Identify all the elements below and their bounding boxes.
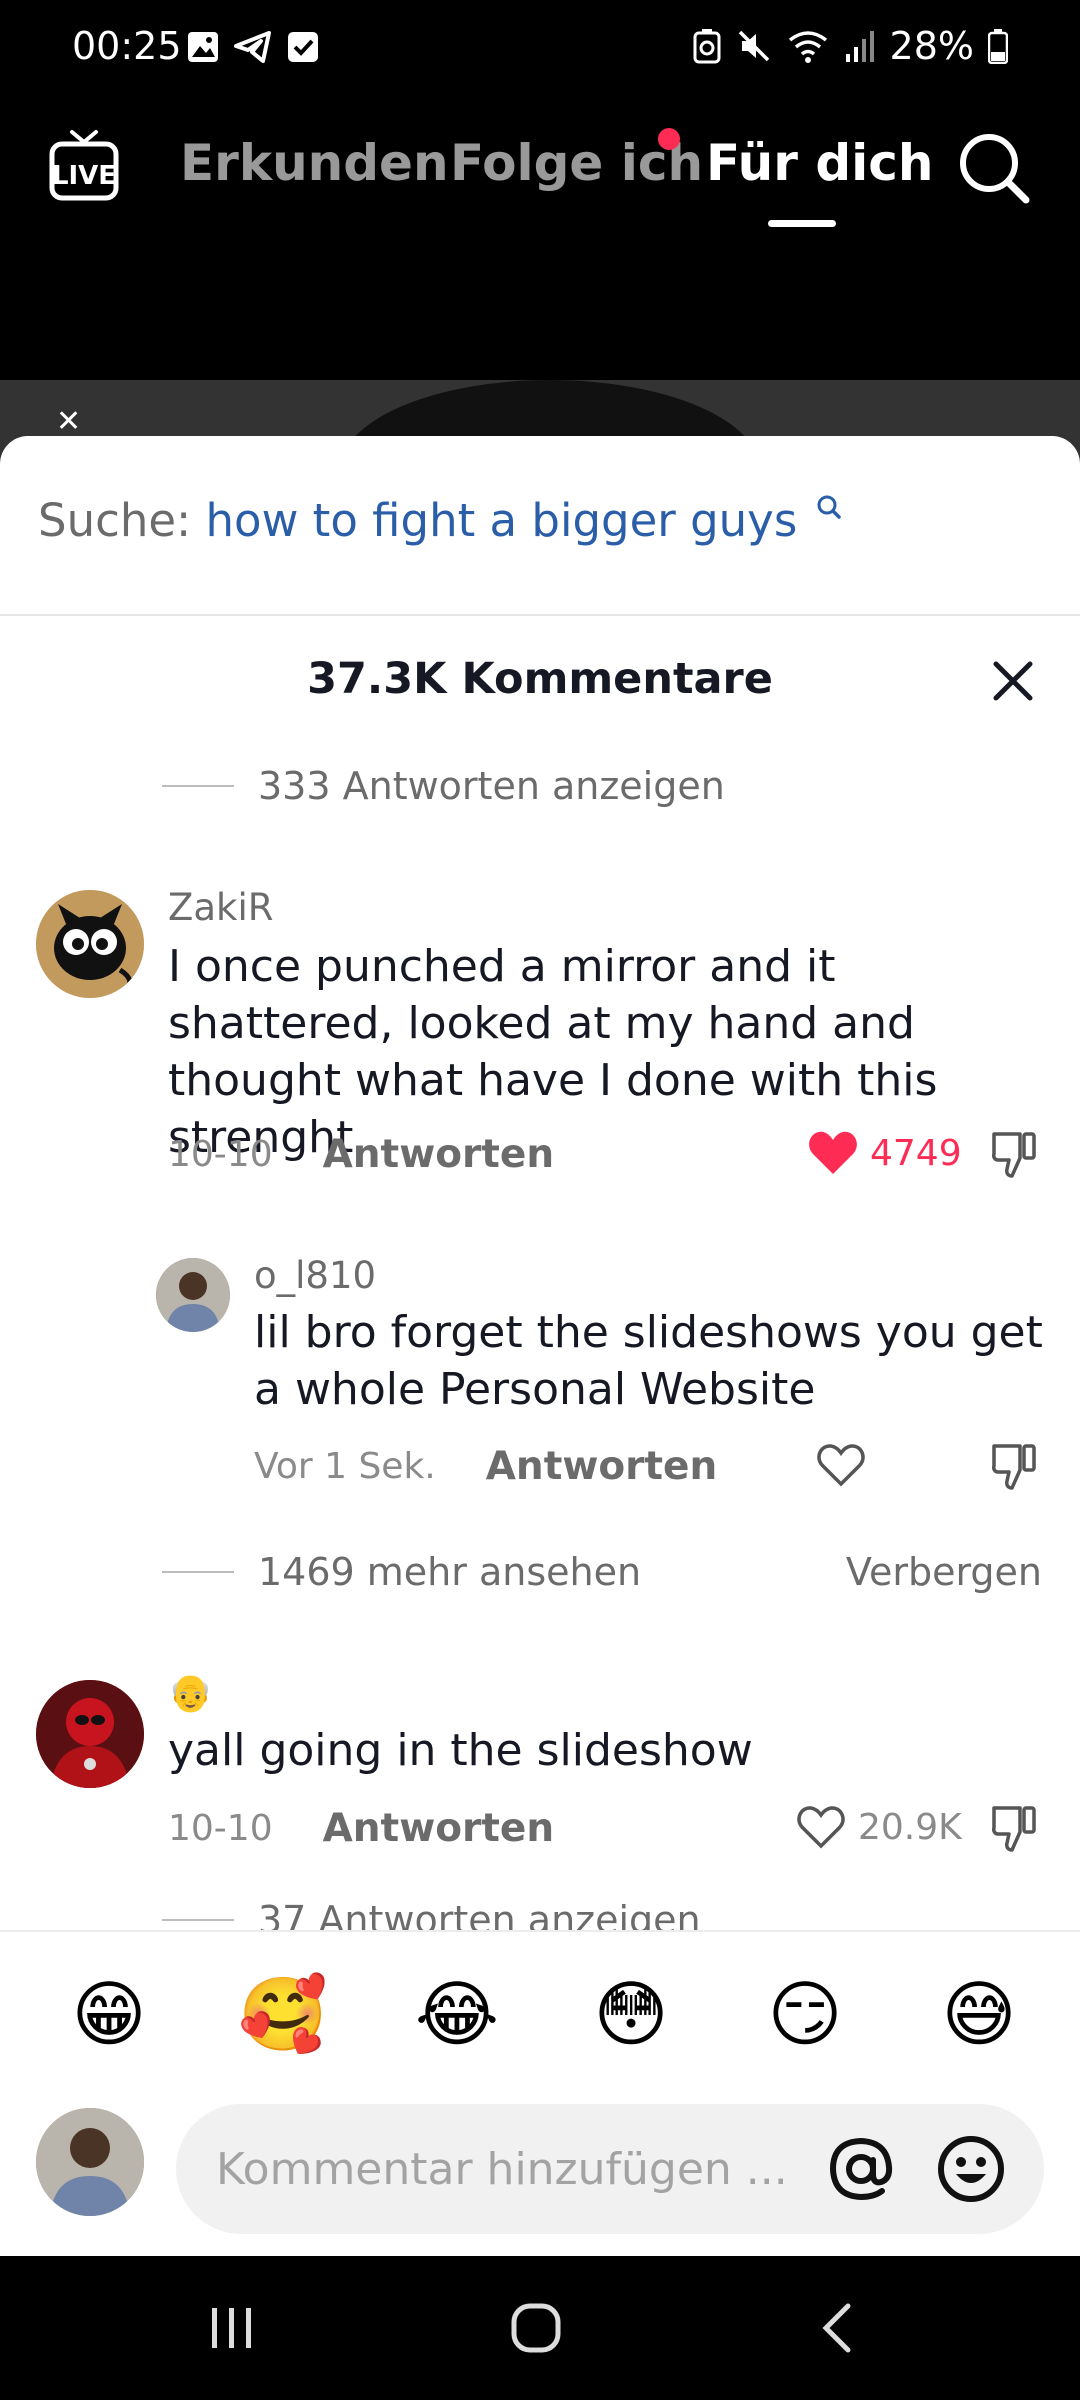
comment-meta: 10-10 Antworten bbox=[168, 1806, 554, 1851]
dislike-button[interactable] bbox=[990, 1442, 1038, 1497]
thumbs-down-icon bbox=[992, 1132, 1036, 1178]
reply-button[interactable]: Antworten bbox=[486, 1444, 718, 1489]
comment-input-placeholder: Kommentar hinzufügen ... bbox=[216, 2144, 788, 2195]
avatar[interactable] bbox=[36, 1680, 144, 1788]
quick-emoji-row: 😁 🥰 😂 😳 😏 😅 bbox=[0, 1970, 1080, 2070]
at-sign-icon bbox=[829, 2137, 893, 2201]
mention-button[interactable] bbox=[826, 2134, 896, 2209]
live-button[interactable]: LIVE bbox=[48, 128, 120, 207]
like-count: 4749 bbox=[870, 1132, 962, 1174]
deadpool-avatar-icon bbox=[36, 1680, 144, 1788]
view-replies-link[interactable]: 333 Antworten anzeigen bbox=[162, 764, 725, 808]
telegram-icon bbox=[234, 31, 271, 63]
dislike-button[interactable] bbox=[990, 1804, 1038, 1859]
gallery-icon bbox=[188, 32, 218, 62]
battery-percent: 28% bbox=[889, 24, 974, 68]
recent-apps-icon bbox=[212, 2308, 251, 2348]
emoji-joy[interactable]: 😂 bbox=[412, 1970, 502, 2060]
tab-fuer-dich[interactable]: Für dich bbox=[706, 134, 934, 192]
heart-outline-icon bbox=[797, 1806, 845, 1849]
view-replies-label: 333 Antworten anzeigen bbox=[258, 764, 725, 808]
cat-avatar-icon bbox=[36, 890, 144, 998]
live-tv-icon: LIVE bbox=[49, 130, 119, 201]
recent-apps-button[interactable] bbox=[204, 2300, 260, 2361]
reply-button[interactable]: Antworten bbox=[323, 1806, 555, 1851]
battery-saver-icon bbox=[693, 29, 721, 64]
thumbs-down-icon bbox=[992, 1806, 1036, 1852]
search-suggestion[interactable]: Suche: how to fight a bigger guys bbox=[38, 494, 842, 547]
like-button[interactable] bbox=[816, 1442, 866, 1488]
search-term-link[interactable]: how to fight a bigger guys bbox=[206, 494, 798, 547]
home-icon bbox=[511, 2303, 561, 2353]
like-count: 20.9K bbox=[858, 1806, 962, 1848]
status-bar: 00:25 28% bbox=[0, 0, 1080, 100]
tab-erkunden[interactable]: Erkunden bbox=[180, 134, 449, 192]
user-photo-icon bbox=[36, 2108, 144, 2216]
live-label: LIVE bbox=[52, 161, 116, 191]
status-time: 00:25 bbox=[72, 24, 182, 68]
my-avatar[interactable] bbox=[36, 2108, 144, 2216]
back-icon bbox=[822, 2303, 851, 2353]
thumbs-down-icon bbox=[992, 1444, 1036, 1490]
heart-outline-icon bbox=[817, 1444, 865, 1487]
emoji-grin[interactable]: 😁 bbox=[64, 1970, 154, 2060]
dislike-button[interactable] bbox=[990, 1130, 1038, 1185]
reply-button[interactable]: Antworten bbox=[323, 1132, 555, 1177]
comments-count-title: 37.3K Kommentare bbox=[307, 654, 773, 704]
replies-dash bbox=[162, 1919, 234, 1921]
battery-icon bbox=[988, 29, 1008, 64]
user-photo-icon bbox=[156, 1258, 230, 1332]
emoji-hearts[interactable]: 🥰 bbox=[238, 1970, 328, 2060]
mute-icon bbox=[738, 30, 769, 62]
comment-composer: 😁 🥰 😂 😳 😏 😅 Kommentar hinzufügen ... bbox=[0, 1930, 1080, 2256]
hide-replies-button[interactable]: Verbergen bbox=[846, 1550, 1042, 1594]
comment-date: 10-10 bbox=[168, 1808, 273, 1849]
view-more-replies-link[interactable]: 1469 mehr ansehen bbox=[162, 1550, 641, 1594]
notification-icons bbox=[186, 30, 320, 64]
emoji-flushed[interactable]: 😳 bbox=[586, 1970, 676, 2060]
close-icon bbox=[993, 661, 1033, 701]
signal-icon bbox=[845, 31, 874, 62]
comment-text: lil bro forget the slideshows you get a … bbox=[254, 1307, 1043, 1415]
search-button[interactable] bbox=[956, 130, 1032, 211]
comment-input[interactable]: Kommentar hinzufügen ... bbox=[176, 2104, 1044, 2234]
comment-username-emoji[interactable]: 👴 bbox=[168, 1672, 213, 1714]
comment-date: Vor 1 Sek. bbox=[254, 1446, 436, 1487]
checkbox-icon bbox=[288, 32, 318, 62]
system-icons: 28% bbox=[692, 24, 1008, 68]
emoji-smirk[interactable]: 😏 bbox=[760, 1970, 850, 2060]
search-prefix: Suche: bbox=[38, 494, 192, 547]
close-sheet-button[interactable] bbox=[990, 658, 1036, 709]
avatar[interactable] bbox=[36, 890, 144, 998]
wifi-icon bbox=[788, 31, 827, 63]
notification-dot bbox=[658, 128, 680, 150]
view-more-label: 1469 mehr ansehen bbox=[258, 1550, 642, 1594]
comment-date: 10-10 bbox=[168, 1134, 273, 1175]
comment-meta: 10-10 Antworten bbox=[168, 1132, 554, 1177]
active-tab-indicator bbox=[768, 220, 836, 227]
comment-text: yall going in the slideshow bbox=[168, 1725, 753, 1776]
like-button[interactable]: 4749 bbox=[808, 1130, 962, 1176]
smiley-icon bbox=[938, 2136, 1004, 2202]
back-button[interactable] bbox=[810, 2300, 866, 2361]
emoji-picker-button[interactable] bbox=[936, 2134, 1006, 2209]
top-navigation: LIVE Erkunden Folge ich Für dich bbox=[0, 110, 1080, 240]
replies-dash bbox=[162, 1571, 234, 1573]
replies-dash bbox=[162, 785, 234, 787]
emoji-sweat-smile[interactable]: 😅 bbox=[934, 1970, 1024, 2060]
search-small-icon bbox=[817, 495, 841, 519]
avatar[interactable] bbox=[156, 1258, 230, 1332]
home-button[interactable] bbox=[508, 2300, 564, 2361]
system-navigation-bar bbox=[0, 2256, 1080, 2400]
comment-meta: Vor 1 Sek. Antworten bbox=[254, 1444, 717, 1489]
close-small-icon[interactable]: ✕ bbox=[56, 404, 81, 439]
comment-username[interactable]: ZakiR bbox=[168, 886, 273, 929]
like-button[interactable]: 20.9K bbox=[796, 1804, 962, 1850]
comment-username[interactable]: o_l810 bbox=[254, 1254, 376, 1297]
heart-filled-icon bbox=[809, 1131, 857, 1174]
search-icon bbox=[960, 134, 1030, 204]
divider bbox=[0, 614, 1080, 616]
